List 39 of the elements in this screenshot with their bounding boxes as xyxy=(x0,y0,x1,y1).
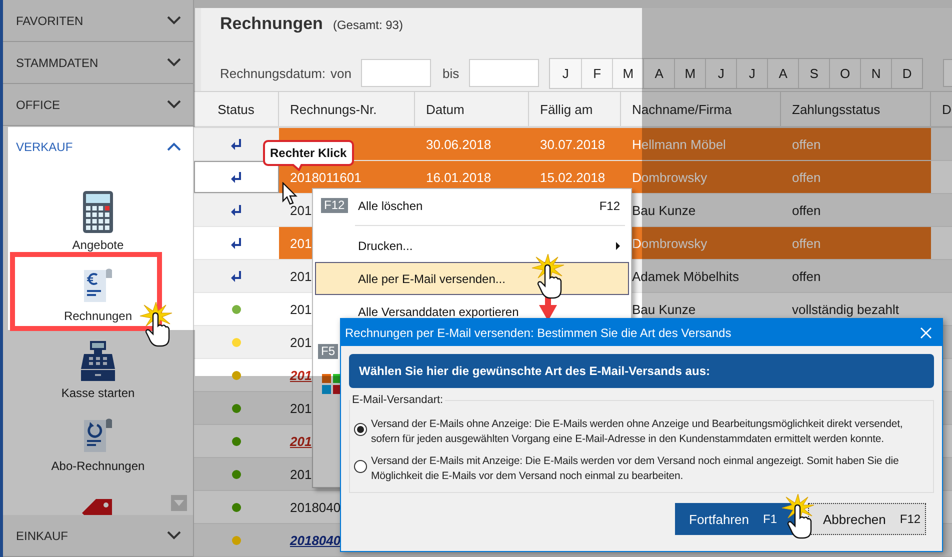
table-cell: offen xyxy=(792,170,821,184)
callout: Rechter Klick xyxy=(263,140,354,166)
table-cell: 201 xyxy=(290,368,312,382)
table-cell: 201 xyxy=(290,236,312,250)
table-cell: 15.02.2018 xyxy=(540,170,606,184)
dialog-banner: Wählen Sie hier die gewünschte Art des E-Mail-Versands aus: xyxy=(349,354,934,388)
table-cell: 201 xyxy=(290,202,312,218)
table-cell: Bau Kunze xyxy=(632,302,696,316)
table-cell: Adamek Möbelhits xyxy=(632,268,739,284)
to-label: bis xyxy=(442,66,460,80)
table-cell: 201 xyxy=(290,302,312,316)
table-cell: 201 xyxy=(290,268,312,284)
table-cell: 2018040 xyxy=(290,532,341,548)
table-cell: 2018011601 xyxy=(290,170,362,184)
table-cell: 2018040 xyxy=(290,500,341,514)
table-cell: offen xyxy=(792,236,821,250)
table-cell: Dombrowsky xyxy=(632,170,708,184)
table-cell: 16.01.2018 xyxy=(426,170,492,184)
page-title: Rechnungen xyxy=(220,14,323,34)
group-label: E-Mail-Versandart: xyxy=(351,394,444,406)
table-cell: 201 xyxy=(290,466,312,482)
table-cell: 201 xyxy=(290,334,312,350)
table-cell: vollständig bezahlt xyxy=(792,302,899,316)
table-cell: 30.07.2018 xyxy=(540,136,606,152)
table-cell: offen xyxy=(792,202,821,218)
from-label: von xyxy=(330,66,352,80)
total-count: (Gesamt: 93) xyxy=(332,18,403,32)
filter-label: Rechnungsdatum: xyxy=(220,66,326,80)
dialog-title: Rechnungen per E-Mail versenden: Bestimmen Sie die Art des Versands xyxy=(345,326,732,340)
table-cell: 201 xyxy=(290,434,312,448)
table-cell: Bau Kunze xyxy=(632,202,696,218)
table-cell: 201 xyxy=(290,400,312,416)
table-cell: 30.06.2018 xyxy=(426,136,492,152)
key-hint-badge: F12 xyxy=(321,198,348,213)
table-cell: Hellmann Möbel xyxy=(632,136,726,152)
key-hint-badge: F5 xyxy=(318,344,338,359)
table-cell: Dombrowsky xyxy=(632,236,708,250)
table-cell: offen xyxy=(792,136,821,152)
table-cell: offen xyxy=(792,268,821,284)
